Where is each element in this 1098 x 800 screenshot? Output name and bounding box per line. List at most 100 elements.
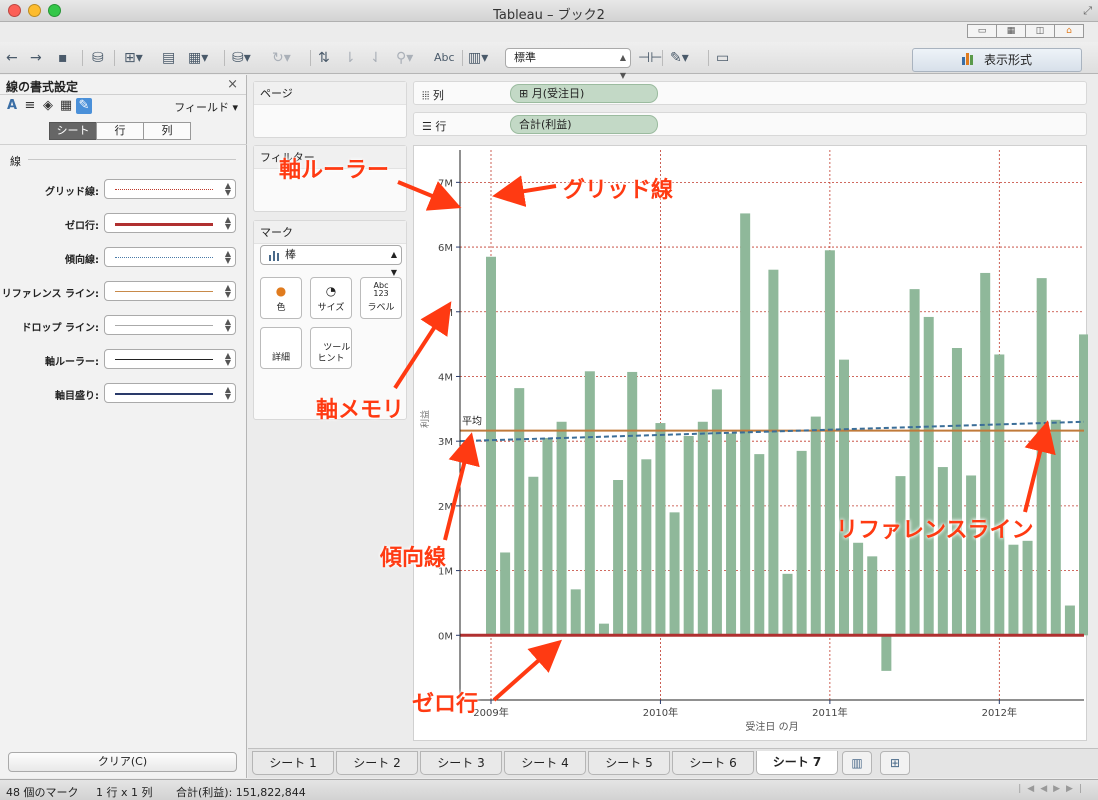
bar xyxy=(966,475,977,636)
group-icon[interactable]: ⚲▾ xyxy=(396,48,413,68)
bar-chart[interactable]: 平均0M1M2M3M4M5M6M7M2009年2010年2011年2012年20… xyxy=(414,146,1088,742)
label-mark-button[interactable]: Abc 123 ラベル xyxy=(360,277,402,319)
color-mark-button[interactable]: ● 色 xyxy=(260,277,302,319)
bar xyxy=(782,573,793,636)
pages-card[interactable]: ページ xyxy=(253,81,407,138)
font-format-icon[interactable]: A xyxy=(4,98,20,114)
bar xyxy=(796,450,807,636)
line-format-row: ドロップ ライン: ▲ ▼ xyxy=(0,315,247,337)
line-style-select[interactable]: ▲ ▼ xyxy=(104,247,236,267)
bar xyxy=(570,589,581,636)
axis-ruler-annotation: 軸ルーラー xyxy=(279,158,390,183)
line-style-select[interactable]: ▲ ▼ xyxy=(104,315,236,335)
shading-format-icon[interactable]: ◈ xyxy=(40,98,56,114)
show-me-button[interactable]: 表示形式 xyxy=(912,48,1082,72)
status-bar: 48 個のマーク 1 行 x 1 列 合計(利益): 151,822,844 |… xyxy=(0,779,1098,800)
scope-tab-rows[interactable]: 行 xyxy=(96,122,144,140)
grid-view-icon[interactable]: ▦ xyxy=(996,24,1026,38)
line-style-select[interactable]: ▲ ▼ xyxy=(104,383,236,403)
line-format-row: 軸ルーラー: ▲ ▼ xyxy=(0,349,247,371)
sheet-tab[interactable]: シート 2 xyxy=(336,751,418,775)
bar xyxy=(613,480,624,636)
borders-format-icon[interactable]: ▦ xyxy=(58,98,74,114)
filmstrip-view-icon[interactable]: ▭ xyxy=(967,24,997,38)
sort-asc-icon[interactable]: ⇂ xyxy=(344,48,356,68)
y-tick-label: 3M xyxy=(438,437,453,448)
pause-updates-icon[interactable]: ⛁▾ xyxy=(232,48,251,68)
sheet-tab[interactable]: シート 4 xyxy=(504,751,586,775)
sheet-tab[interactable]: シート 5 xyxy=(588,751,670,775)
line-format-label: 傾向線: xyxy=(65,255,99,266)
chart-type-icon[interactable]: ▥▾ xyxy=(468,48,488,68)
size-mark-button[interactable]: ◔ サイズ xyxy=(310,277,352,319)
new-worksheet-icon[interactable]: ⊞▾ xyxy=(124,48,143,68)
refresh-icon[interactable]: ↻▾ xyxy=(272,48,291,68)
presentation-mode-icon[interactable]: ▭ xyxy=(716,48,729,68)
divider xyxy=(0,144,247,145)
bar xyxy=(839,359,849,636)
fields-dropdown[interactable]: フィールド ▾ xyxy=(174,99,238,115)
sheet-tab[interactable]: シート 7 xyxy=(756,751,838,775)
label-label: ラベル xyxy=(367,303,395,313)
show-labels-button[interactable]: Abc xyxy=(434,48,455,68)
back-icon[interactable]: ← xyxy=(6,48,18,68)
show-me-icon xyxy=(961,53,976,65)
columns-shelf[interactable]: ⦙⦙⦙ 列 ⊞ 月(受注日) xyxy=(413,81,1087,105)
bar xyxy=(1022,540,1033,636)
bar xyxy=(810,416,821,636)
columns-pill[interactable]: ⊞ 月(受注日) xyxy=(510,84,658,103)
sheet-tab[interactable]: シート 3 xyxy=(420,751,502,775)
fit-select[interactable]: 標準 ▲ ▼ xyxy=(505,48,631,80)
save-icon[interactable]: ▪ xyxy=(58,48,68,68)
scope-tab-columns[interactable]: 列 xyxy=(143,122,191,140)
axis-tick-annotation: 軸メモリ xyxy=(316,398,405,423)
close-pane-icon[interactable]: × xyxy=(227,77,238,92)
new-dashboard-icon[interactable]: ⊞ xyxy=(880,751,910,775)
line-style-select[interactable]: ▲ ▼ xyxy=(104,281,236,301)
sort-desc-icon[interactable]: ⇃ xyxy=(370,48,382,68)
rows-shelf[interactable]: ☰ 行 合計(利益) xyxy=(413,112,1087,136)
sheet-tabs-bar: シート 1 シート 2 シート 3 シート 4 シート 5 シート 6 シート 7 ▥ ⊞ xyxy=(248,748,1098,778)
fullscreen-icon[interactable]: ⤢ xyxy=(1083,4,1092,18)
pages-title: ページ xyxy=(254,82,406,105)
bar xyxy=(768,269,779,636)
marks-title: マーク xyxy=(254,221,406,244)
bar xyxy=(824,250,835,636)
pin-axes-icon[interactable]: ⊣⊢ xyxy=(638,48,662,68)
detail-mark-button[interactable]: 詳細 xyxy=(260,327,302,369)
line-style-select[interactable]: ▲ ▼ xyxy=(104,213,236,233)
bar xyxy=(1064,605,1075,636)
bar xyxy=(627,371,638,636)
bar xyxy=(867,556,878,636)
bar xyxy=(1079,334,1088,636)
rows-pill[interactable]: 合計(利益) xyxy=(510,115,658,134)
color-icon: ● xyxy=(275,284,287,298)
bar xyxy=(1050,419,1061,636)
alignment-format-icon[interactable]: ≡ xyxy=(22,98,38,114)
sheet-navigation-icons[interactable]: |◀◀▶▶| xyxy=(1018,784,1088,794)
home-icon[interactable]: ⌂ xyxy=(1054,24,1084,38)
x-axis-title: 受注日 の月 xyxy=(745,720,798,733)
sheet-tab[interactable]: シート 6 xyxy=(672,751,754,775)
swap-icon[interactable]: ⇅ xyxy=(318,48,330,68)
line-style-select[interactable]: ▲ ▼ xyxy=(104,349,236,369)
sheet-tab[interactable]: シート 1 xyxy=(252,751,334,775)
tooltip-mark-button[interactable]: ツール ヒント xyxy=(310,327,352,369)
scope-tab-sheet[interactable]: シート xyxy=(49,122,97,140)
x-tick-label: 2010年 xyxy=(643,706,678,719)
clear-sheet-icon[interactable]: ▦▾ xyxy=(188,48,208,68)
clear-button[interactable]: クリア(C) xyxy=(8,752,237,772)
duplicate-sheet-icon[interactable]: ▤ xyxy=(162,48,175,68)
bar xyxy=(584,371,595,636)
y-tick-label: 5M xyxy=(438,308,453,319)
sum-profit: 合計(利益): 151,822,844 xyxy=(176,786,306,799)
mark-type-select[interactable]: 棒 ▲ ▼ xyxy=(260,245,402,277)
highlight-icon[interactable]: ✎▾ xyxy=(670,48,689,68)
forward-icon[interactable]: → xyxy=(30,48,42,68)
bar xyxy=(909,289,920,636)
data-source-icon[interactable]: ◫ xyxy=(1025,24,1055,38)
lines-format-icon[interactable]: ✎ xyxy=(76,98,92,114)
line-style-select[interactable]: ▲ ▼ xyxy=(104,179,236,199)
new-worksheet-icon[interactable]: ▥ xyxy=(842,751,872,775)
new-data-source-icon[interactable]: ⛁ xyxy=(92,48,104,68)
